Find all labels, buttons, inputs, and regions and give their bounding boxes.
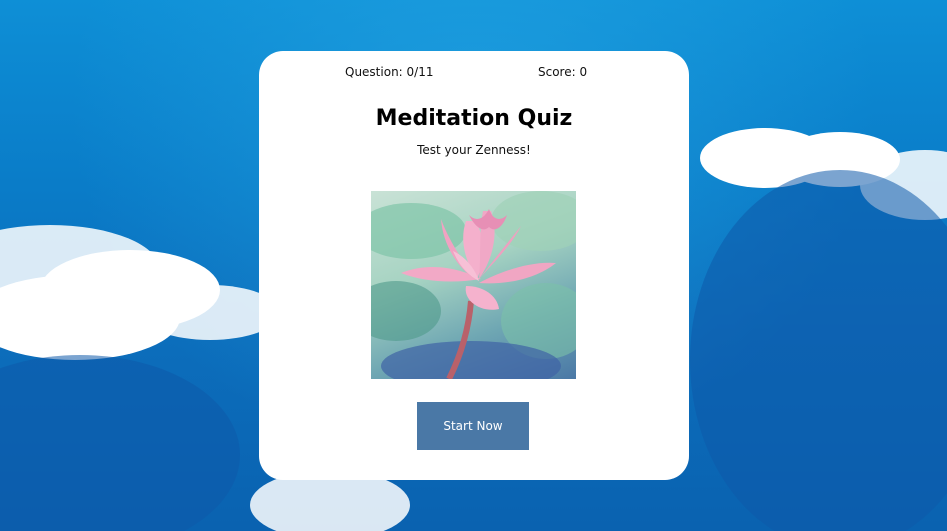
lotus-illustration [371, 191, 576, 379]
lotus-image [371, 191, 576, 379]
quiz-subtitle: Test your Zenness! [417, 143, 531, 157]
sky-background: Question: 0/11 Score: 0 Meditation Quiz … [0, 0, 947, 531]
quiz-title: Meditation Quiz [375, 106, 573, 131]
question-counter: Question: 0/11 [345, 65, 434, 79]
quiz-card: Question: 0/11 Score: 0 Meditation Quiz … [259, 51, 689, 480]
status-row: Question: 0/11 Score: 0 [259, 65, 689, 81]
start-now-button[interactable]: Start Now [417, 402, 529, 450]
score-counter: Score: 0 [538, 65, 588, 79]
